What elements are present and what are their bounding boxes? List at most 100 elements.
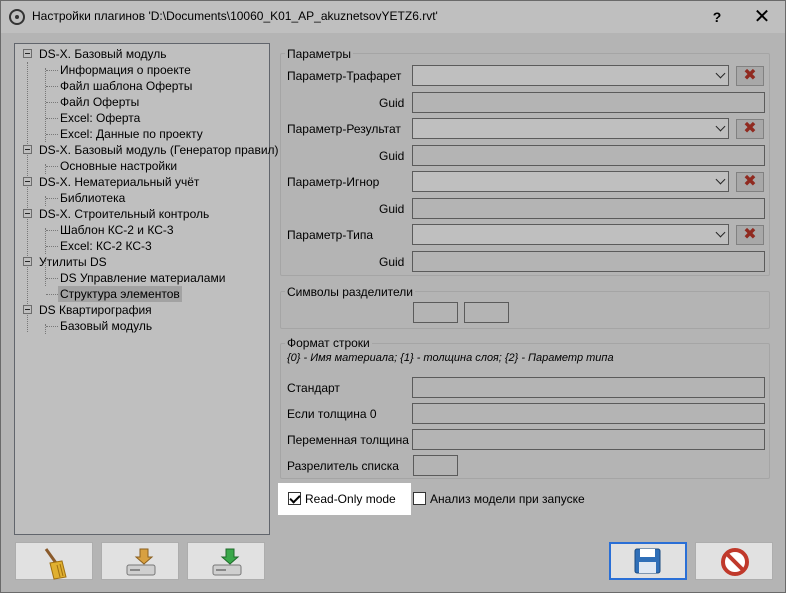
collapse-toggle-icon[interactable] [23,257,32,266]
tree-connector [46,326,58,327]
param-result-label: Параметр-Результат [287,122,401,136]
guid-label: Guid [379,96,405,110]
tree-node-library[interactable]: Библиотека [60,190,125,206]
separator-field-1[interactable] [413,302,458,323]
format-group-title: Формат строки [285,336,372,350]
tree-connector [46,294,58,295]
clean-button[interactable] [15,542,93,580]
tree-node-excel-project-data[interactable]: Excel: Данные по проекту [60,126,203,142]
variable-thickness-label: Переменная толщина [287,433,409,447]
param-ignore-guid-field[interactable] [412,198,765,219]
collapse-toggle-icon[interactable] [23,145,32,154]
broom-icon [44,548,67,580]
tree-node-materials-management[interactable]: DS Управление материалами [60,270,225,286]
tree-node-element-structure[interactable]: Структура элементов [58,286,182,302]
collapse-toggle-icon[interactable] [23,209,32,218]
variable-thickness-field[interactable] [412,429,765,450]
param-type-clear-button[interactable]: ✖ [736,225,764,245]
tree-connector [46,278,58,279]
tree-node-ks-template[interactable]: Шаблон КС-2 и КС-3 [60,222,174,238]
tree-node-ds-utilities[interactable]: Утилиты DS [39,254,107,270]
export-button[interactable] [187,542,265,580]
parameters-group-title: Параметры [285,47,353,61]
param-result-combo[interactable] [412,118,729,139]
export-drive-icon [212,548,242,576]
separators-group-title: Символы разделители [285,285,416,299]
delete-x-icon: ✖ [743,67,757,84]
param-result-clear-button[interactable]: ✖ [736,119,764,139]
app-icon [9,9,25,25]
tree-node-ds-x-base[interactable]: DS-X. Базовый модуль [39,46,166,62]
list-separator-field[interactable] [413,455,458,476]
cancel-icon [721,548,749,576]
standard-label: Стандарт [287,381,340,395]
param-stencil-guid-field[interactable] [412,92,765,113]
guid-label: Guid [379,255,405,269]
tree-connector [46,134,58,135]
tree-node-excel-ks[interactable]: Excel: КС-2 КС-3 [60,238,152,254]
delete-x-icon: ✖ [743,120,757,137]
tree-node-offer-file[interactable]: Файл Оферты [60,94,139,110]
tree-connector [46,246,58,247]
import-button[interactable] [101,542,179,580]
chevron-down-icon [715,174,726,185]
title-bar: Настройки плагинов 'D:\Documents\10060_K… [1,1,785,33]
readonly-checkbox[interactable] [288,492,301,505]
if-zero-thickness-label: Если толщина 0 [287,407,377,421]
param-type-label: Параметр-Типа [287,228,374,242]
guid-label: Guid [379,202,405,216]
import-drive-icon [126,548,156,576]
analyze-on-start-label[interactable]: Анализ модели при запуске [430,492,585,506]
readonly-highlight: Read-Only mode [278,483,411,515]
param-ignore-combo[interactable] [412,171,729,192]
chevron-down-icon [715,68,726,79]
collapse-toggle-icon[interactable] [23,305,32,314]
tree-node-offer-template[interactable]: Файл шаблона Оферты [60,78,192,94]
tree-connector [46,86,58,87]
tree-connector [46,198,58,199]
tree-node-ds-x-construction[interactable]: DS-X. Строительный контроль [39,206,209,222]
param-result-guid-field[interactable] [412,145,765,166]
tree-connector [46,70,58,71]
if-zero-thickness-field[interactable] [412,403,765,424]
tree-node-excel-offer[interactable]: Excel: Оферта [60,110,140,126]
collapse-toggle-icon[interactable] [23,177,32,186]
save-button[interactable] [609,542,687,580]
param-type-combo[interactable] [412,224,729,245]
settings-dialog: Настройки плагинов 'D:\Documents\10060_K… [0,0,786,593]
plugin-tree[interactable]: DS-X. Базовый модуль Информация о проект… [14,43,279,535]
tree-branch-line [45,68,46,142]
cancel-button[interactable] [695,542,773,580]
analyze-on-start-checkbox[interactable] [413,492,426,505]
chevron-down-icon [715,121,726,132]
separator-field-2[interactable] [464,302,509,323]
param-ignore-label: Параметр-Игнор [287,175,380,189]
tree-connector [46,102,58,103]
collapse-toggle-icon[interactable] [23,49,32,58]
tree-connector [46,230,58,231]
readonly-label[interactable]: Read-Only mode [305,492,396,506]
param-type-guid-field[interactable] [412,251,765,272]
tree-node-apartment-graphics[interactable]: DS Квартирография [39,302,152,318]
tree-node-main-settings[interactable]: Основные настройки [60,158,177,174]
list-separator-label: Разрелитель списка [287,459,399,473]
delete-x-icon: ✖ [743,226,757,243]
chevron-down-icon [715,227,726,238]
param-stencil-clear-button[interactable]: ✖ [736,66,764,86]
param-stencil-combo[interactable] [412,65,729,86]
tree-root-line [27,62,28,332]
param-stencil-label: Параметр-Трафарет [287,69,402,83]
tree-node-ds-x-intangible[interactable]: DS-X. Нематериальный учёт [39,174,199,190]
tree-branch-line [45,228,46,254]
standard-field[interactable] [412,377,765,398]
delete-x-icon: ✖ [743,173,757,190]
tree-node-base-module[interactable]: Базовый модуль [60,318,152,334]
guid-label: Guid [379,149,405,163]
close-button[interactable]: ✕ [739,1,785,33]
help-button[interactable]: ? [694,1,740,33]
tree-node-project-info[interactable]: Информация о проекте [60,62,191,78]
floppy-disk-icon [634,548,661,574]
tree-node-ds-x-rules[interactable]: DS-X. Базовый модуль (Генератор правил) [39,142,279,158]
param-ignore-clear-button[interactable]: ✖ [736,172,764,192]
format-hint: {0} - Имя материала; {1} - толщина слоя;… [287,352,614,364]
